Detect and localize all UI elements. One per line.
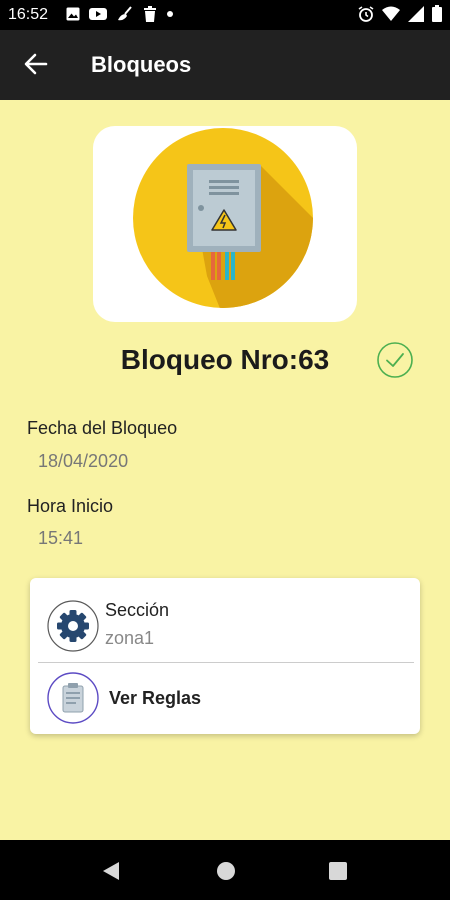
youtube-icon xyxy=(89,8,107,20)
status-bar: 16:52 xyxy=(0,0,450,30)
back-triangle-icon[interactable] xyxy=(100,860,122,882)
gear-icon xyxy=(47,600,99,652)
status-time: 16:52 xyxy=(8,6,49,23)
battery-icon xyxy=(432,5,442,22)
electrical-panel-icon xyxy=(133,128,313,308)
date-value: 18/04/2020 xyxy=(38,451,129,471)
clipboard-icon xyxy=(47,672,99,724)
time-value: 15:41 xyxy=(38,528,84,548)
options-card: Sección zona1 Ver Reglas xyxy=(30,578,420,734)
page-title: Bloqueos xyxy=(91,52,192,77)
view-rules-row[interactable]: Ver Reglas xyxy=(30,663,420,734)
section-value: zona1 xyxy=(105,628,155,648)
dot-icon xyxy=(167,11,173,17)
signal-icon xyxy=(408,5,424,22)
wifi-icon xyxy=(382,6,400,21)
section-row[interactable]: Sección zona1 xyxy=(30,578,420,662)
time-label: Hora Inicio xyxy=(27,496,114,516)
notification-icons xyxy=(66,6,174,22)
image-icon xyxy=(66,7,80,21)
recents-square-icon[interactable] xyxy=(328,861,348,881)
check-circle-icon xyxy=(377,342,413,378)
date-label: Fecha del Bloqueo xyxy=(27,418,178,438)
view-rules-label: Ver Reglas xyxy=(109,688,202,708)
section-label: Sección xyxy=(105,600,170,620)
system-icons xyxy=(358,5,442,22)
alarm-icon xyxy=(358,5,374,22)
illustration-card xyxy=(93,126,357,322)
system-nav-bar xyxy=(0,840,450,900)
app-bar: Bloqueos xyxy=(0,30,450,100)
home-circle-icon[interactable] xyxy=(215,860,237,882)
trash-icon xyxy=(144,6,156,22)
broom-icon xyxy=(118,6,132,21)
back-arrow-icon[interactable] xyxy=(22,50,50,78)
